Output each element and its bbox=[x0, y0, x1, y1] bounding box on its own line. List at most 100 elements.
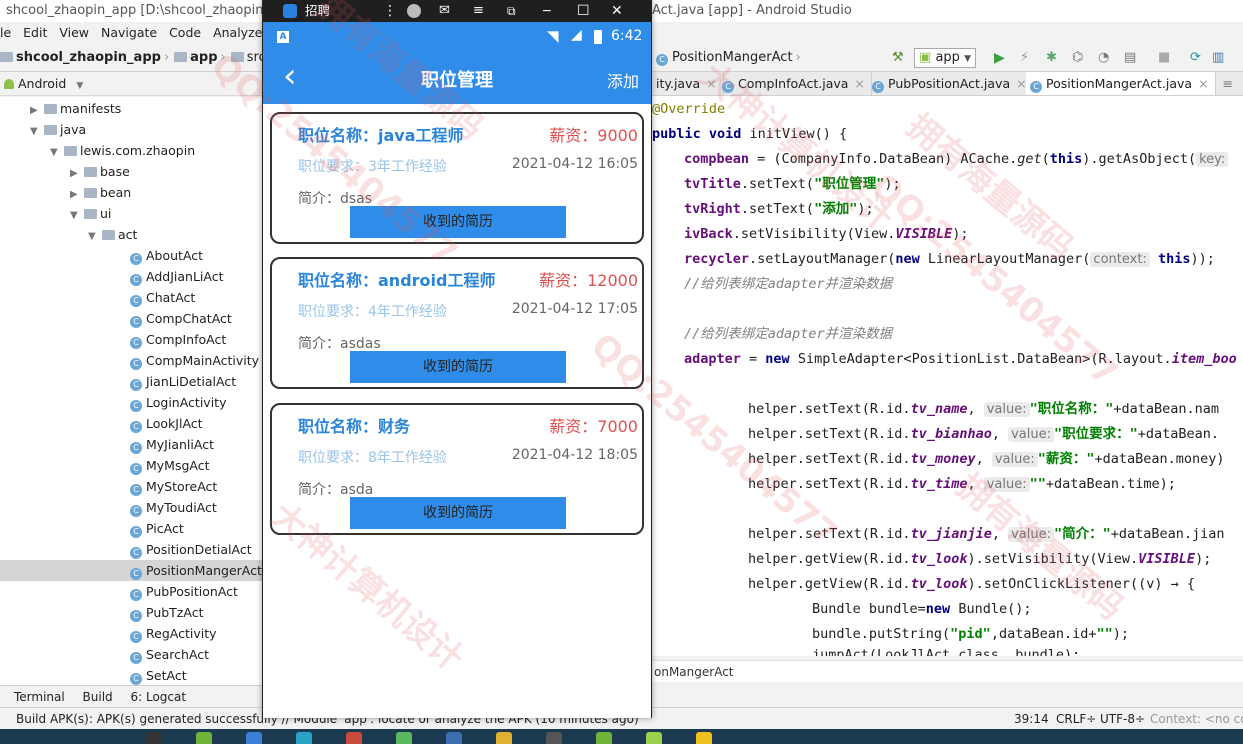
tree-item-base[interactable]: ▶ base bbox=[0, 161, 262, 182]
close-icon[interactable]: × bbox=[854, 76, 864, 91]
tree-item-class[interactable]: C AboutAct bbox=[0, 245, 262, 266]
tree-item-manifests[interactable]: ▶ manifests bbox=[0, 98, 262, 119]
tree-item-class[interactable]: C MyMsgAct bbox=[0, 455, 262, 476]
account-icon[interactable] bbox=[407, 4, 421, 18]
tree-item-class[interactable]: C MyToudiAct bbox=[0, 497, 262, 518]
run-config-select[interactable]: ▣ app ▼ bbox=[914, 48, 976, 68]
build-tab[interactable]: Build bbox=[83, 690, 113, 704]
attach-debugger-icon[interactable]: ◔ bbox=[1098, 44, 1109, 71]
tree-item-class[interactable]: C MyStoreAct bbox=[0, 476, 262, 497]
caret-position[interactable]: 39:14 bbox=[1014, 708, 1049, 729]
run-icon[interactable]: ▶ bbox=[994, 44, 1005, 71]
taskbar-app-icon[interactable] bbox=[596, 732, 612, 744]
received-resumes-button[interactable]: 收到的简历 bbox=[350, 206, 566, 238]
taskbar-app-icon[interactable] bbox=[696, 732, 712, 744]
tree-item-class[interactable]: C PositionDetialAct bbox=[0, 539, 262, 560]
tree-item-class[interactable]: C PositionMangerAct bbox=[0, 560, 262, 581]
tab-pubpositionact[interactable]: C PubPositionAct.java × bbox=[868, 72, 1034, 95]
breadcrumb-project[interactable]: shcool_zhaopin_app bbox=[16, 50, 161, 65]
taskbar-app-icon[interactable] bbox=[296, 732, 312, 744]
maximize-icon[interactable]: ☐ bbox=[577, 0, 590, 22]
close-icon[interactable]: × bbox=[1198, 76, 1208, 91]
line-separator[interactable]: CRLF÷ bbox=[1056, 708, 1097, 729]
taskbar-app-icon[interactable] bbox=[646, 732, 662, 744]
tree-item-class[interactable]: C ChatAct bbox=[0, 287, 262, 308]
sync-icon[interactable]: ⟳ bbox=[1190, 44, 1201, 71]
file-encoding[interactable]: UTF-8÷ bbox=[1100, 708, 1146, 729]
tab-compinfoact[interactable]: C CompInfoAct.java × bbox=[718, 72, 872, 95]
tree-item-class[interactable]: C LookJlAct bbox=[0, 413, 262, 434]
tab-list-icon[interactable]: ≡ bbox=[1223, 72, 1233, 95]
tree-item-bean[interactable]: ▶ bean bbox=[0, 182, 262, 203]
window-mode-icon[interactable]: ⧉ bbox=[507, 0, 516, 22]
tree-item-class[interactable]: C JianLiDetialAct bbox=[0, 371, 262, 392]
chevron-down-icon[interactable]: ▼ bbox=[50, 142, 62, 163]
project-view-selector[interactable]: Android bbox=[18, 76, 66, 91]
code-editor[interactable]: @Override public void initView() { compb… bbox=[652, 96, 1243, 656]
tree-item-class[interactable]: C PubTzAct bbox=[0, 602, 262, 623]
chevron-right-icon[interactable]: ▶ bbox=[70, 163, 82, 184]
more-icon[interactable]: ⋮ bbox=[383, 0, 397, 22]
terminal-tab[interactable]: Terminal bbox=[14, 690, 65, 704]
logcat-tab[interactable]: 6: Logcat bbox=[131, 690, 187, 704]
taskbar-app-icon[interactable] bbox=[346, 732, 362, 744]
tree-item-class[interactable]: C CompChatAct bbox=[0, 308, 262, 329]
chevron-down-icon[interactable]: ▼ bbox=[30, 121, 42, 142]
menu-code[interactable]: Code bbox=[169, 25, 201, 40]
tree-item-class[interactable]: C LoginActivity bbox=[0, 392, 262, 413]
editor-breadcrumb[interactable]: onMangerAct bbox=[652, 660, 1243, 682]
hammer-icon[interactable]: ⚒ bbox=[892, 44, 904, 71]
menu-view[interactable]: View bbox=[59, 25, 89, 40]
received-resumes-button[interactable]: 收到的简历 bbox=[350, 351, 566, 383]
taskbar-app-icon[interactable] bbox=[546, 732, 562, 744]
stop-icon[interactable]: ■ bbox=[1158, 44, 1170, 71]
position-card[interactable]: 职位名称：java工程师 薪资：9000 职位要求：3年工作经验 2021-04… bbox=[270, 112, 644, 244]
chevron-right-icon[interactable]: ▶ bbox=[70, 184, 82, 205]
menu-navigate[interactable]: Navigate bbox=[101, 25, 157, 40]
chevron-down-icon[interactable]: ▼ bbox=[70, 205, 82, 226]
apply-changes-icon[interactable]: ⚡ bbox=[1020, 44, 1029, 71]
close-icon[interactable]: ✕ bbox=[611, 0, 623, 22]
tree-item-java[interactable]: ▼ java bbox=[0, 119, 262, 140]
chevron-down-icon[interactable]: ▼ bbox=[76, 81, 83, 91]
profile-icon[interactable]: ⌬ bbox=[1072, 44, 1083, 71]
chevron-right-icon[interactable]: ▶ bbox=[30, 100, 42, 121]
breadcrumb-src[interactable]: src bbox=[247, 50, 262, 65]
menu-edit[interactable]: Edit bbox=[23, 25, 47, 40]
tree-item-class[interactable]: C MyJianliAct bbox=[0, 434, 262, 455]
coverage-icon[interactable]: ▤ bbox=[1124, 44, 1136, 71]
minimize-icon[interactable]: ─ bbox=[543, 0, 551, 22]
menu-analyze[interactable]: Analyze bbox=[213, 25, 262, 40]
tree-item-class[interactable]: C PicAct bbox=[0, 518, 262, 539]
tree-item-class[interactable]: C RegActivity bbox=[0, 623, 262, 644]
tab-positionmangeract[interactable]: C PositionMangerAct.java × bbox=[1026, 72, 1216, 95]
taskbar-app-icon[interactable] bbox=[146, 732, 162, 744]
mail-icon[interactable]: ✉ bbox=[439, 0, 450, 22]
tree-item-class[interactable]: C PubPositionAct bbox=[0, 581, 262, 602]
position-card[interactable]: 职位名称：财务 薪资：7000 职位要求：8年工作经验 2021-04-12 1… bbox=[270, 403, 644, 535]
menu-file[interactable]: le bbox=[0, 25, 11, 40]
close-icon[interactable]: × bbox=[706, 76, 716, 91]
taskbar-app-icon[interactable] bbox=[246, 732, 262, 744]
menu-icon[interactable]: ≡ bbox=[473, 0, 484, 22]
taskbar-app-icon[interactable] bbox=[396, 732, 412, 744]
project-view-header[interactable]: Android ▼ bbox=[0, 72, 262, 96]
tree-item-class[interactable]: C CompInfoAct bbox=[0, 329, 262, 350]
tree-item-class[interactable]: C CompMainActivity bbox=[0, 350, 262, 371]
device-manager-icon[interactable]: ▥ bbox=[1212, 44, 1224, 71]
tree-item-package[interactable]: ▼ lewis.com.zhaopin bbox=[0, 140, 262, 161]
debug-icon[interactable]: ✱ bbox=[1046, 44, 1057, 71]
breadcrumb-app[interactable]: app bbox=[190, 50, 217, 65]
taskbar-app-icon[interactable] bbox=[196, 732, 212, 744]
tree-item-act[interactable]: ▼ act bbox=[0, 224, 262, 245]
received-resumes-button[interactable]: 收到的简历 bbox=[350, 497, 566, 529]
context-indicator[interactable]: Context: <no co bbox=[1150, 708, 1243, 729]
taskbar-app-icon[interactable] bbox=[446, 732, 462, 744]
nav-file[interactable]: PositionMangerAct bbox=[672, 50, 793, 65]
tab-file-1[interactable]: ity.java × bbox=[652, 72, 724, 95]
tree-item-class[interactable]: C SetAct bbox=[0, 665, 262, 685]
tree-item-class[interactable]: C AddJianLiAct bbox=[0, 266, 262, 287]
chevron-down-icon[interactable]: ▼ bbox=[88, 226, 100, 247]
taskbar-app-icon[interactable] bbox=[496, 732, 512, 744]
tree-item-ui[interactable]: ▼ ui bbox=[0, 203, 262, 224]
